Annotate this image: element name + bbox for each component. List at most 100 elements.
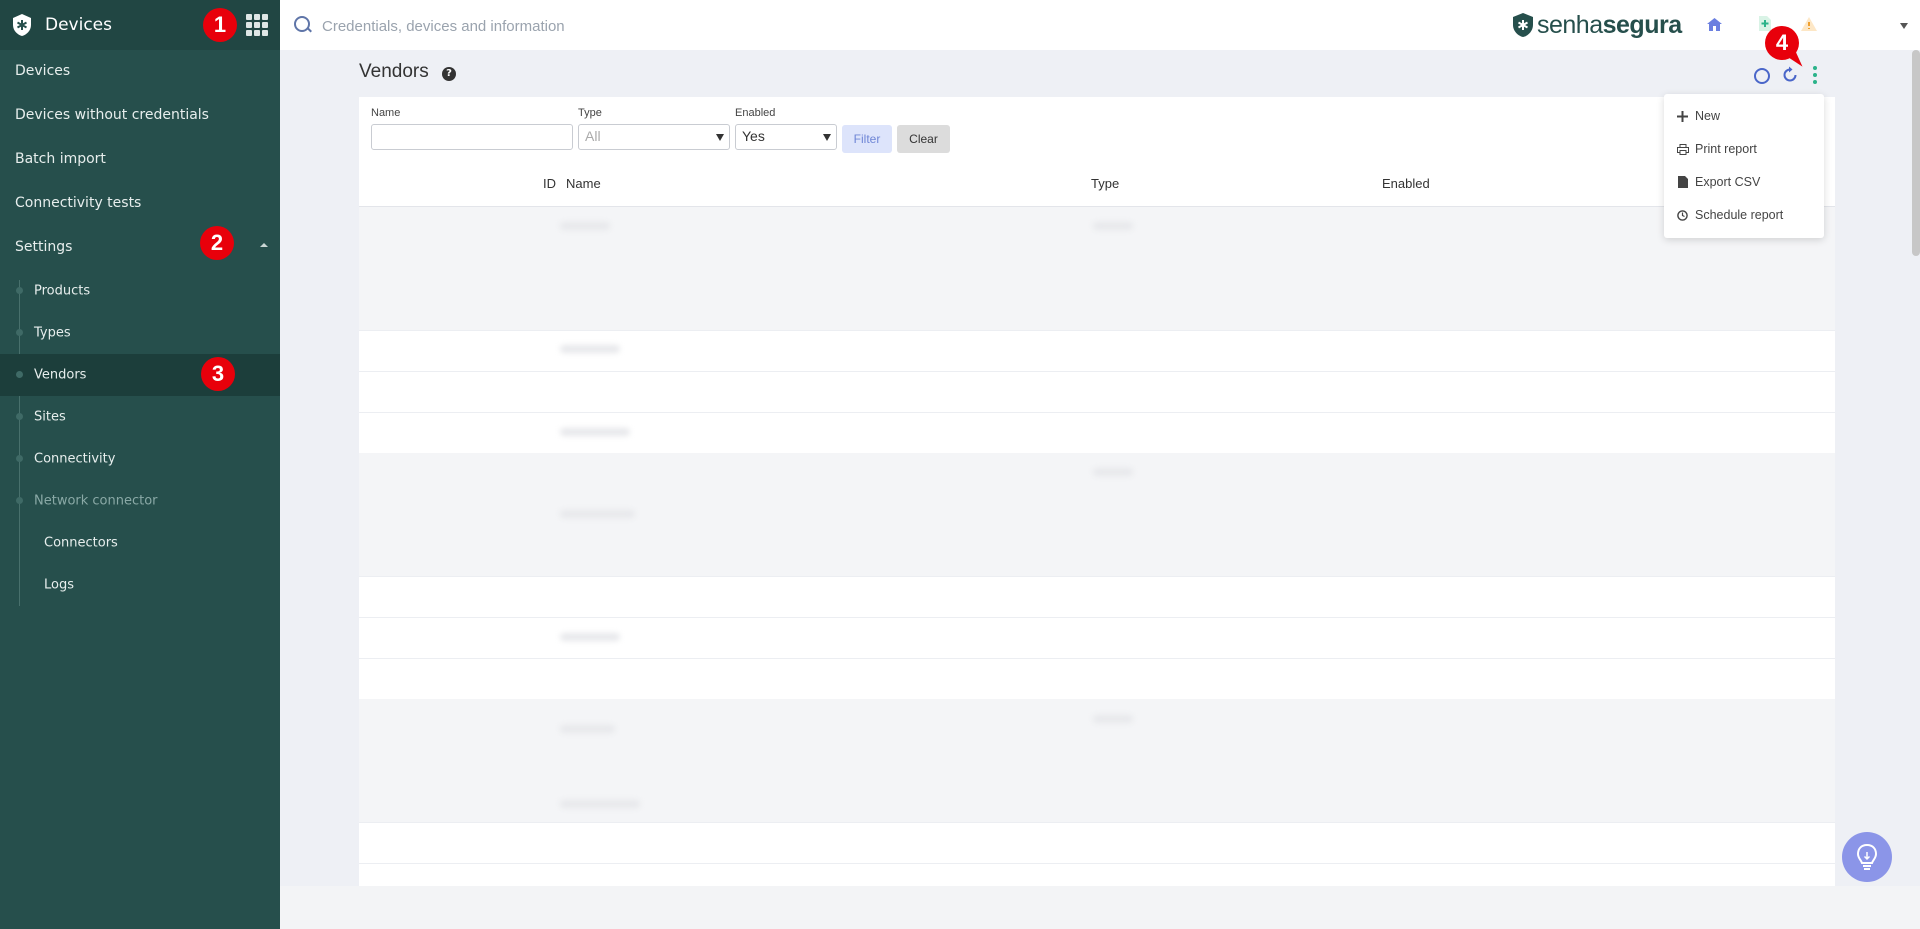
options-dropdown-menu: New Print report Export CSV Schedule rep…	[1664, 94, 1824, 238]
blurred-cell	[560, 725, 615, 733]
table-row[interactable]	[359, 289, 1835, 331]
sidebar-item-vendors[interactable]: Vendors	[0, 354, 280, 396]
filter-button[interactable]: Filter	[842, 125, 892, 153]
print-icon	[1676, 143, 1689, 156]
table-row[interactable]	[359, 658, 1835, 700]
table-row[interactable]	[359, 535, 1835, 577]
blurred-cell	[560, 800, 640, 808]
blurred-cell	[560, 633, 620, 641]
annotation-marker-3: 3	[201, 357, 235, 391]
clear-button[interactable]: Clear	[897, 125, 950, 153]
apps-grid-icon[interactable]	[246, 14, 268, 36]
sidebar-item-label: Vendors	[34, 367, 87, 383]
column-header-name[interactable]: Name	[566, 176, 601, 191]
sidebar-item-connectivity-tests[interactable]: Connectivity tests	[0, 182, 280, 224]
sidebar-item-logs[interactable]: Logs	[0, 564, 280, 606]
brand-shield-icon	[1513, 13, 1533, 37]
search-icon	[294, 16, 310, 32]
sidebar-item-connectivity[interactable]: Connectivity	[0, 438, 280, 480]
sidebar-item-label: Network connector	[34, 493, 158, 509]
type-filter-label: Type	[578, 107, 602, 119]
sidebar: Devices Devices Devices without credenti…	[0, 0, 280, 929]
sidebar-item-settings[interactable]: Settings	[0, 226, 280, 268]
sidebar-header: Devices	[0, 0, 280, 50]
type-filter-select[interactable]: All	[578, 124, 730, 150]
sidebar-item-products[interactable]: Products	[0, 270, 280, 312]
blurred-cell	[560, 428, 630, 436]
brand-logo: senhasegura	[1512, 11, 1682, 39]
column-header-id[interactable]: ID	[543, 176, 556, 191]
sidebar-item-connectors[interactable]: Connectors	[0, 522, 280, 564]
blurred-cell	[560, 345, 620, 353]
table-row[interactable]	[359, 863, 1835, 886]
enabled-filter-select[interactable]: Yes	[735, 124, 837, 150]
blurred-cell	[1093, 715, 1133, 723]
tree-dot-icon	[16, 455, 23, 462]
blurred-cell	[1093, 222, 1133, 230]
sidebar-item-devices-without-credentials[interactable]: Devices without credentials	[0, 94, 280, 136]
tree-dot-icon	[16, 329, 23, 336]
menu-item-new[interactable]: New	[1676, 105, 1720, 127]
brand-name: senhasegura	[1537, 11, 1682, 40]
table-row[interactable]	[359, 740, 1835, 782]
blurred-cell	[1093, 468, 1133, 476]
search-toggle-icon[interactable]	[1754, 68, 1770, 84]
page-footer	[280, 886, 1920, 929]
tips-bulb-button[interactable]	[1842, 832, 1892, 882]
warning-icon[interactable]	[1800, 16, 1818, 32]
sidebar-item-label: Connectors	[44, 535, 118, 551]
sidebar-item-sites[interactable]: Sites	[0, 396, 280, 438]
brand-name-pre: senha	[1537, 10, 1603, 39]
sidebar-item-batch-import[interactable]: Batch import	[0, 138, 280, 180]
plus-icon	[1676, 110, 1689, 123]
sidebar-item-network-connector[interactable]: Network connector	[0, 480, 280, 522]
sidebar-item-label: Batch import	[15, 151, 106, 167]
sidebar-item-label: Connectivity	[34, 451, 116, 467]
table-row[interactable]	[359, 576, 1835, 618]
sidebar-item-label: Devices without credentials	[15, 107, 209, 123]
scrollbar-thumb[interactable]	[1912, 50, 1920, 256]
brand-name-post: segura	[1602, 10, 1682, 39]
global-search-input[interactable]	[320, 12, 924, 40]
name-filter-label: Name	[371, 107, 401, 119]
menu-item-schedule-report[interactable]: Schedule report	[1676, 204, 1783, 226]
sidebar-item-label: Logs	[44, 577, 74, 593]
sidebar-item-label: Settings	[15, 239, 73, 255]
topbar: senhasegura	[280, 0, 1920, 50]
page-title: Vendors	[359, 61, 429, 82]
sidebar-item-label: Products	[34, 283, 91, 299]
chevron-down-icon	[716, 134, 724, 141]
annotation-marker-4: 4	[1765, 26, 1799, 60]
chevron-down-icon	[823, 134, 831, 141]
blurred-cell	[560, 510, 635, 518]
menu-item-export-csv[interactable]: Export CSV	[1676, 171, 1760, 193]
type-filter-value: All	[585, 128, 601, 144]
table-row[interactable]	[359, 371, 1835, 413]
sidebar-item-label: Devices	[15, 63, 71, 79]
column-header-enabled[interactable]: Enabled	[1382, 176, 1430, 191]
menu-item-label: Export CSV	[1695, 175, 1761, 189]
table-row[interactable]	[359, 248, 1835, 290]
name-filter-input[interactable]	[371, 124, 573, 150]
sidebar-item-label: Sites	[34, 409, 66, 425]
clock-icon	[1676, 209, 1689, 222]
blurred-cell	[560, 222, 610, 230]
sidebar-item-devices[interactable]: Devices	[0, 50, 280, 92]
column-header-type[interactable]: Type	[1091, 176, 1119, 191]
annotation-marker-2: 2	[200, 226, 234, 260]
table-row[interactable]	[359, 822, 1835, 864]
sidebar-item-types[interactable]: Types	[0, 312, 280, 354]
tree-dot-icon	[16, 287, 23, 294]
sidebar-item-label: Types	[34, 325, 71, 341]
chevron-up-icon	[260, 243, 268, 247]
more-options-icon[interactable]	[1812, 66, 1818, 86]
user-menu-caret-icon[interactable]	[1900, 23, 1908, 29]
lightbulb-icon	[1856, 843, 1878, 870]
help-icon[interactable]: ?	[442, 67, 456, 81]
menu-item-label: Print report	[1695, 142, 1757, 156]
home-icon[interactable]	[1706, 17, 1723, 32]
menu-item-print-report[interactable]: Print report	[1676, 138, 1757, 160]
senhasegura-logo-icon	[13, 14, 31, 36]
tree-dot-icon	[16, 371, 23, 378]
tree-dot-icon	[16, 413, 23, 420]
